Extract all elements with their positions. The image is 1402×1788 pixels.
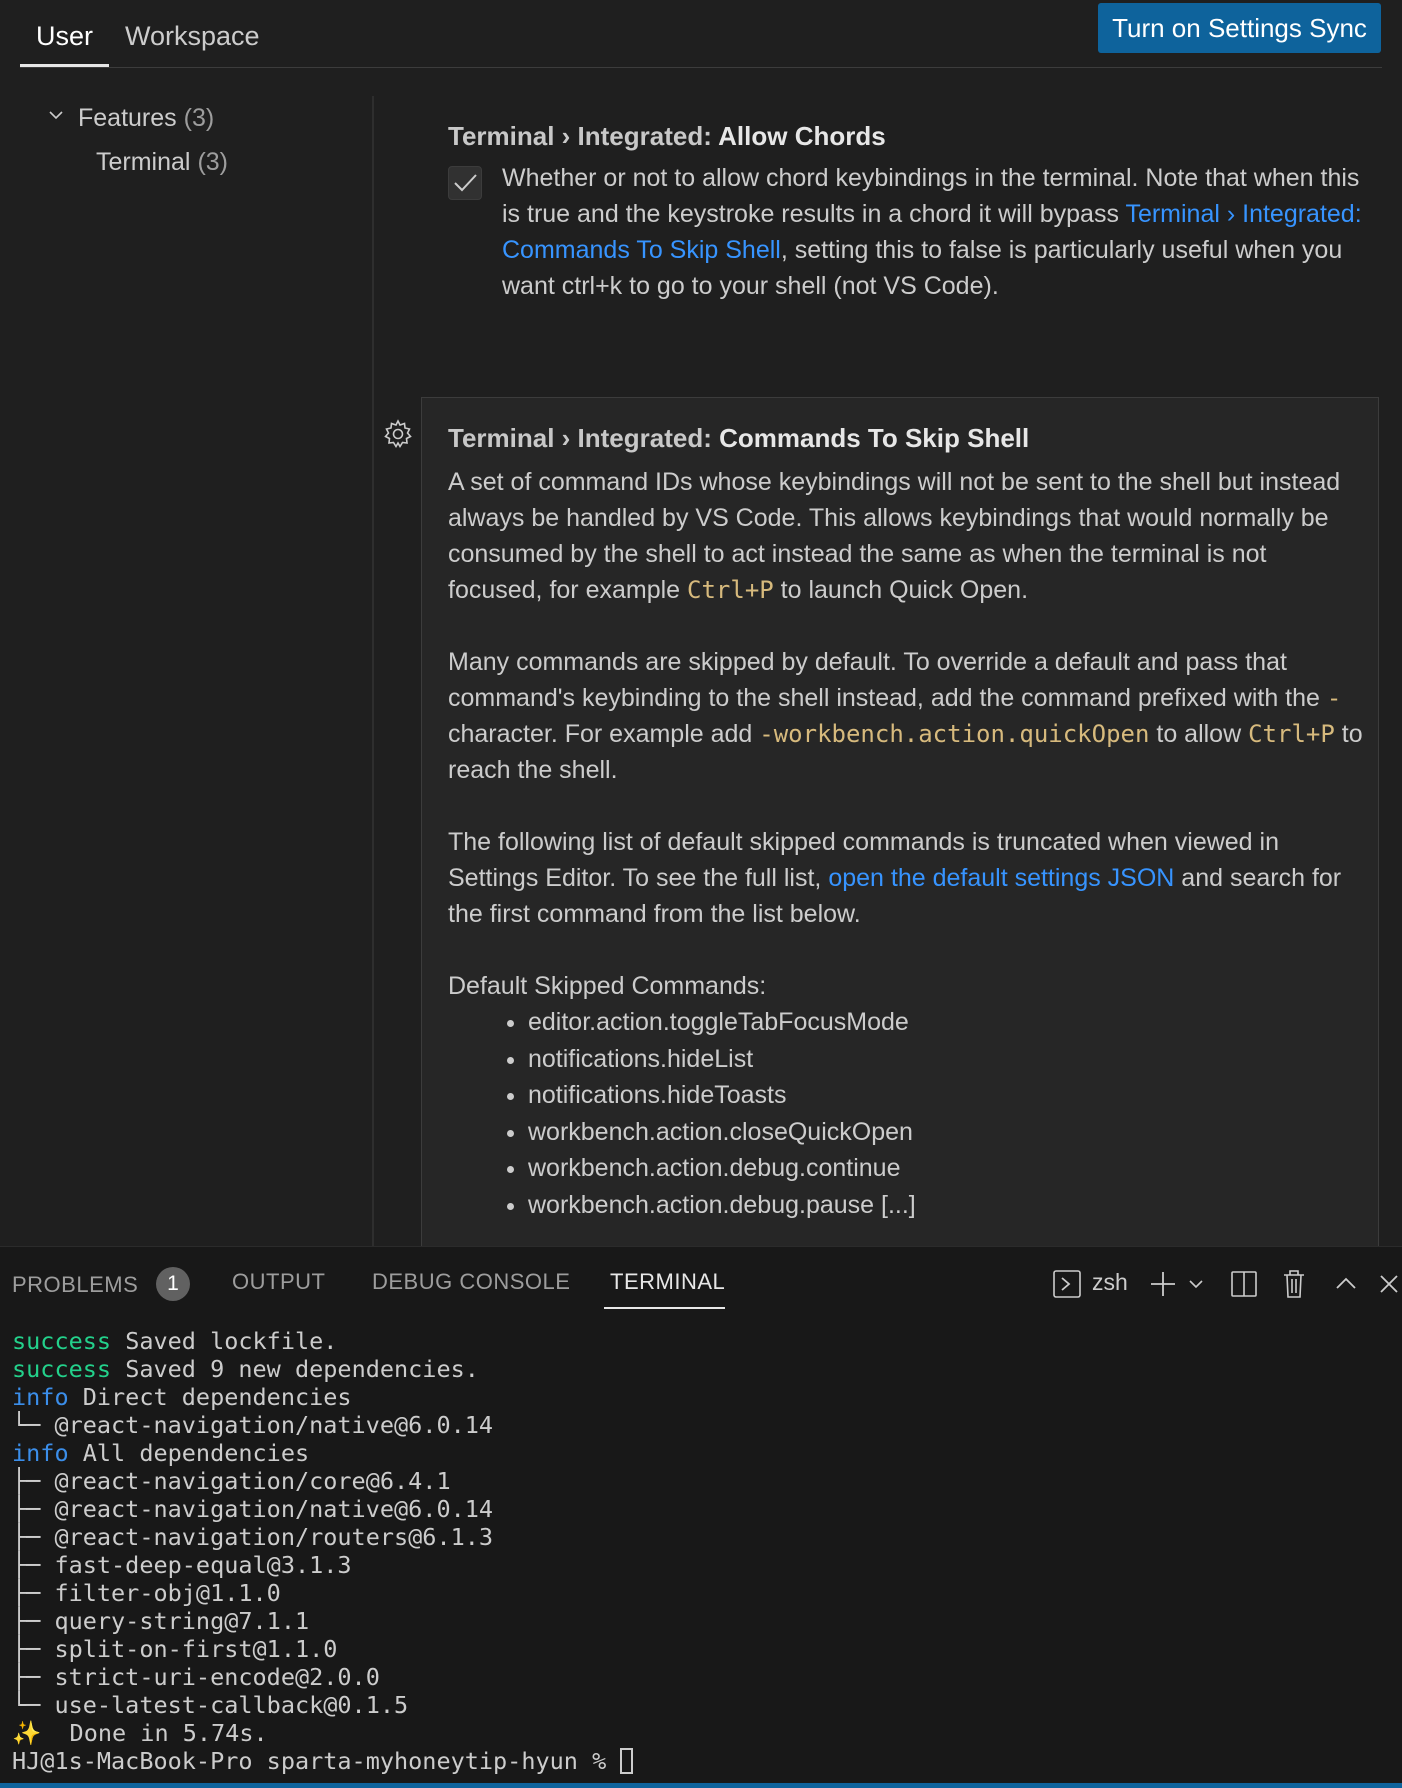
terminal-line: └─ @react-navigation/native@6.0.14 (12, 1411, 494, 1439)
tab-output[interactable]: OUTPUT (232, 1269, 325, 1295)
list-item: notifications.hideList (528, 1041, 1363, 1078)
terminal-line: success Saved 9 new dependencies. (12, 1355, 479, 1383)
list-item: workbench.action.closeQuickOpen (528, 1114, 1363, 1151)
trash-icon[interactable] (1281, 1267, 1307, 1301)
chevron-down-icon (49, 111, 63, 120)
settings-toc: Features (3) Terminal (3) (0, 90, 372, 1246)
terminal-line: ✨ Done in 5.74s. (12, 1719, 268, 1747)
list-item: workbench.action.debug.continue (528, 1150, 1363, 1187)
setting-allow-chords: Terminal › Integrated: Allow Chords Whet… (448, 118, 1368, 300)
toc-features-count: (3) (183, 104, 215, 132)
terminal-line: ├─ @react-navigation/native@6.0.14 (12, 1495, 494, 1523)
list-item: notifications.hideToasts (528, 1077, 1363, 1114)
split-terminal-icon[interactable] (1230, 1267, 1258, 1301)
open-default-settings-json-link[interactable]: open the default settings JSON (828, 864, 1174, 892)
setting-description-p1: A set of command IDs whose keybindings w… (448, 468, 1341, 604)
problems-count-badge: 1 (156, 1267, 191, 1301)
default-skipped-commands-title: Default Skipped Commands: (448, 972, 767, 1000)
list-item: workbench.action.debug.pause [...] (528, 1187, 1363, 1224)
terminal-cursor (620, 1748, 634, 1774)
setting-description-p3: The following list of default skipped co… (448, 828, 1342, 928)
toc-divider (372, 96, 374, 1246)
setting-commands-to-skip-shell: Terminal › Integrated: Commands To Skip … (448, 418, 1363, 1223)
header-divider (20, 67, 1382, 68)
turn-on-settings-sync-button[interactable]: Turn on Settings Sync (1098, 3, 1381, 53)
gear-icon[interactable] (382, 418, 414, 450)
terminal-line: ├─ query-string@7.1.1 (12, 1607, 310, 1635)
allow-chords-checkbox[interactable] (448, 166, 482, 200)
terminal-prompt: HJ@1s-MacBook-Pro sparta-myhoneytip-hyun… (12, 1747, 634, 1775)
terminal-shell-icon[interactable] (1052, 1267, 1082, 1301)
close-icon[interactable] (1378, 1267, 1400, 1301)
terminal-line: ├─ @react-navigation/routers@6.1.3 (12, 1523, 494, 1551)
bottom-panel: PROBLEMS 1 OUTPUT DEBUG CONSOLE TERMINAL … (0, 1246, 1402, 1788)
setting-title: Terminal › Integrated: Commands To Skip … (448, 423, 1030, 453)
terminal-line: success Saved lockfile. (12, 1327, 338, 1355)
terminal-line: ├─ @react-navigation/core@6.4.1 (12, 1467, 451, 1495)
new-terminal-plus-icon[interactable] (1148, 1267, 1178, 1301)
tab-problems[interactable]: PROBLEMS 1 (12, 1267, 191, 1303)
terminal-output[interactable]: success Saved lockfile. success Saved 9 … (12, 1327, 634, 1775)
terminal-line: info All dependencies (12, 1439, 310, 1467)
terminal-line: ├─ strict-uri-encode@2.0.0 (12, 1663, 380, 1691)
terminal-line: ├─ filter-obj@1.1.0 (12, 1579, 281, 1607)
setting-title: Terminal › Integrated: Allow Chords (448, 121, 886, 151)
setting-description: Whether or not to allow chord keybinding… (502, 164, 1362, 300)
tab-workspace[interactable]: Workspace (125, 16, 260, 56)
terminal-line: info Direct dependencies (12, 1383, 352, 1411)
chevron-down-icon[interactable] (1186, 1267, 1206, 1301)
terminal-shell-name[interactable]: zsh (1092, 1269, 1128, 1296)
tab-terminal[interactable]: TERMINAL (610, 1269, 725, 1295)
setting-description-p2: Many commands are skipped by default. To… (448, 648, 1363, 784)
terminal-line: ├─ split-on-first@1.1.0 (12, 1635, 338, 1663)
settings-header: User Workspace Turn on Settings Sync (0, 0, 1402, 68)
status-bar-strip (0, 1783, 1402, 1788)
toc-terminal-count: (3) (197, 148, 228, 176)
maximize-panel-chevron-up-icon[interactable] (1334, 1267, 1358, 1301)
toc-features-label: Features (78, 104, 177, 132)
default-skipped-commands-list: editor.action.toggleTabFocusMode notific… (448, 1004, 1363, 1223)
tab-user[interactable]: User (36, 16, 93, 56)
toc-item-terminal[interactable]: Terminal (3) (96, 148, 228, 177)
list-item: editor.action.toggleTabFocusMode (528, 1004, 1363, 1041)
tab-debug-console[interactable]: DEBUG CONSOLE (372, 1269, 570, 1295)
terminal-line: └─ use-latest-callback@0.1.5 (12, 1691, 409, 1719)
toc-item-features[interactable]: Features (3) (48, 104, 214, 133)
toc-terminal-label: Terminal (96, 148, 191, 176)
terminal-line: ├─ fast-deep-equal@3.1.3 (12, 1551, 352, 1579)
check-icon (454, 174, 477, 192)
tab-terminal-active-indicator (604, 1307, 725, 1309)
